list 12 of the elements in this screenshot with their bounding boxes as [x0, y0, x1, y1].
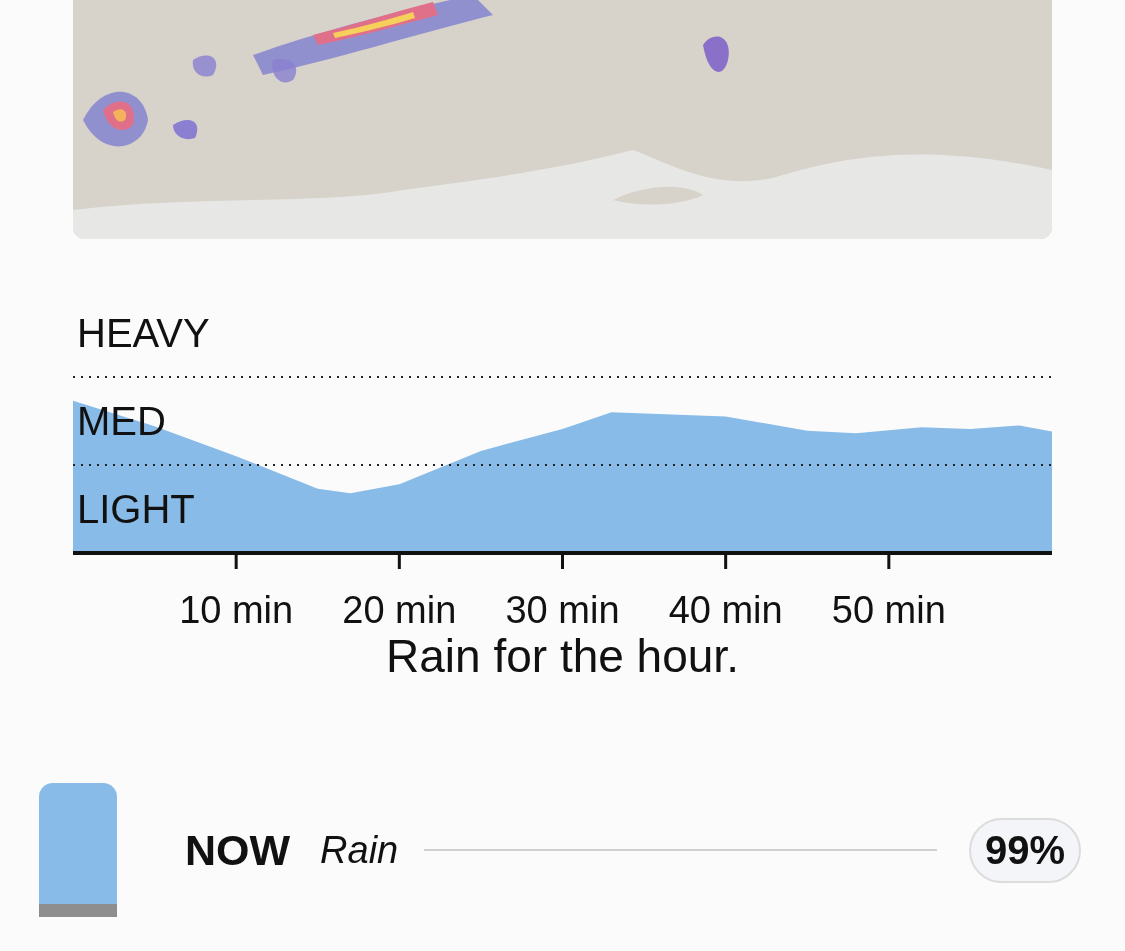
tick-label: 30 min — [505, 589, 620, 631]
intensity-label: MED — [77, 399, 166, 443]
chart-caption: Rain for the hour. — [385, 629, 740, 683]
probability-pill: 99% — [968, 817, 1081, 883]
intensity-label: LIGHT — [77, 487, 195, 531]
tick-label: 50 min — [831, 589, 946, 631]
tick-label: 20 min — [342, 589, 457, 631]
tick-label: 40 min — [668, 589, 783, 631]
intensity-label: HEAVY — [77, 311, 210, 355]
time-label: NOW — [185, 825, 291, 875]
tick-label: 10 min — [179, 589, 294, 631]
condition-label: Rain — [320, 828, 399, 872]
